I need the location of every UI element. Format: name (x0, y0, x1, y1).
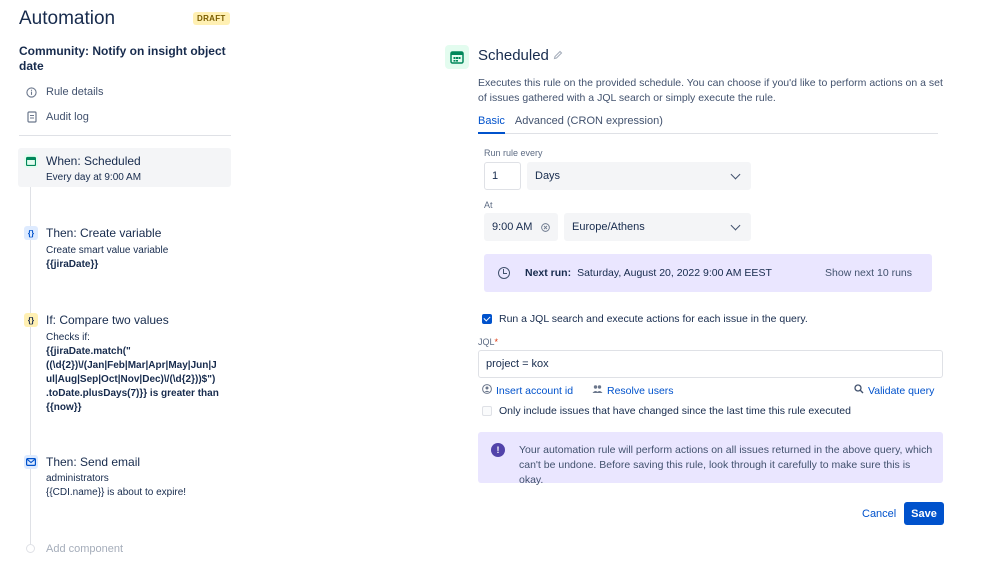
info-icon (26, 86, 37, 98)
jql-input[interactable]: project = kox (478, 350, 943, 378)
person-icon (482, 384, 492, 397)
resolve-users-label: Resolve users (607, 384, 674, 397)
next-run-value: Saturday, August 20, 2022 9:00 AM EEST (577, 267, 772, 279)
time-value: 9:00 AM (492, 221, 533, 233)
add-component-button[interactable]: Add component (46, 543, 123, 555)
component-summary: {{CDI.name}} is about to expire! (46, 487, 187, 498)
mail-icon (24, 455, 38, 469)
panel-title: Scheduled (478, 47, 549, 64)
component-condition-line: ul|Aug|Sep|Oct|Nov|Dec)\/(\d{2}))$") (46, 374, 216, 385)
component-title: Then: Send email (46, 455, 141, 469)
component-title: When: Scheduled (46, 154, 141, 168)
rule-name[interactable]: Community: Notify on insight object date (19, 44, 229, 74)
timezone-select[interactable]: Europe/Athens (564, 213, 751, 241)
chevron-down-icon (730, 220, 741, 230)
rule-details-link[interactable]: Rule details (26, 86, 103, 98)
only-changed-checkbox[interactable] (482, 406, 492, 416)
pencil-icon[interactable] (553, 50, 563, 63)
jql-search-toggle[interactable]: Run a JQL search and execute actions for… (482, 313, 808, 325)
insert-account-id-link[interactable]: Insert account id (482, 384, 573, 397)
component-summary: Every day at 9:00 AM (46, 172, 142, 183)
component-title: Then: Create variable (46, 226, 162, 240)
run-every-unit-select[interactable]: Days (527, 162, 751, 190)
required-mark: * (494, 337, 499, 347)
timezone-value: Europe/Athens (572, 221, 645, 233)
audit-log-link[interactable]: Audit log (26, 111, 89, 123)
jql-label: JQL* (478, 337, 498, 347)
component-title: If: Compare two values (46, 313, 169, 327)
component-condition-line: .toDate.plusDays(7)}} is greater than (46, 388, 219, 399)
validate-query-label: Validate query (868, 384, 935, 397)
search-icon (854, 384, 864, 397)
add-component-dot (26, 544, 35, 553)
component-compare-values[interactable]: {} If: Compare two values Checks if: {{j… (18, 307, 231, 417)
save-button[interactable]: Save (904, 502, 944, 525)
rule-details-label: Rule details (46, 86, 104, 98)
run-every-unit-value: Days (535, 170, 561, 182)
run-every-label: Run rule every (484, 148, 543, 158)
at-label: At (484, 200, 493, 210)
jql-search-checkbox[interactable] (482, 314, 492, 324)
app-title: Automation (19, 8, 116, 29)
component-summary: Checks if: (46, 332, 90, 343)
component-send-email[interactable]: Then: Send email administrators {{CDI.na… (18, 449, 231, 501)
draft-badge: DRAFT (193, 12, 230, 25)
component-create-variable[interactable]: {} Then: Create variable Create smart va… (18, 220, 231, 272)
run-every-input[interactable]: 1 (484, 162, 521, 190)
clear-icon[interactable] (541, 222, 550, 232)
component-condition-line: {{now}} (46, 402, 82, 413)
component-condition-line: {{jiraDate.match(" (46, 346, 131, 357)
jql-search-label: Run a JQL search and execute actions for… (499, 313, 808, 325)
component-summary-value: {{jiraDate}} (46, 259, 99, 270)
audit-log-label: Audit log (46, 111, 89, 123)
panel-description: Executes this rule on the provided sched… (478, 77, 943, 104)
schedule-tabs: Basic Advanced (CRON expression) (478, 113, 938, 134)
braces-icon: {} (24, 226, 38, 240)
warning-banner: ! Your automation rule will perform acti… (478, 432, 943, 486)
document-icon (26, 111, 37, 123)
cancel-button[interactable]: Cancel (853, 502, 905, 525)
next-run-banner: Next run: Saturday, August 20, 2022 9:00… (484, 254, 932, 292)
validate-query-link[interactable]: Validate query (854, 384, 934, 397)
component-summary: Create smart value variable (46, 245, 169, 256)
insert-account-id-label: Insert account id (496, 384, 574, 397)
component-summary: administrators (46, 473, 109, 484)
calendar-icon (24, 154, 38, 168)
warning-text: Your automation rule will perform action… (519, 444, 933, 486)
component-condition-line: ((\d{2})\/(Jan|Feb|Mar|Apr|May|Jun|J (46, 360, 217, 371)
exclamation-icon: ! (491, 443, 505, 457)
only-changed-label: Only include issues that have changed si… (499, 405, 851, 417)
time-select[interactable]: 9:00 AM (484, 213, 558, 241)
chevron-down-icon (730, 169, 741, 179)
component-when-scheduled[interactable]: When: Scheduled Every day at 9:00 AM (18, 148, 231, 187)
only-changed-toggle[interactable]: Only include issues that have changed si… (482, 405, 851, 417)
jql-label-text: JQL (478, 337, 495, 347)
resolve-users-link[interactable]: Resolve users (592, 384, 674, 397)
sidebar-divider (19, 135, 231, 136)
clock-icon (498, 267, 510, 279)
tab-basic[interactable]: Basic (478, 113, 505, 134)
braces-icon: {} (24, 313, 38, 327)
users-icon (592, 384, 603, 397)
show-next-runs-link[interactable]: Show next 10 runs (825, 267, 912, 279)
tab-advanced[interactable]: Advanced (CRON expression) (515, 113, 663, 134)
next-run-label: Next run: (525, 267, 572, 279)
calendar-icon (445, 45, 469, 69)
